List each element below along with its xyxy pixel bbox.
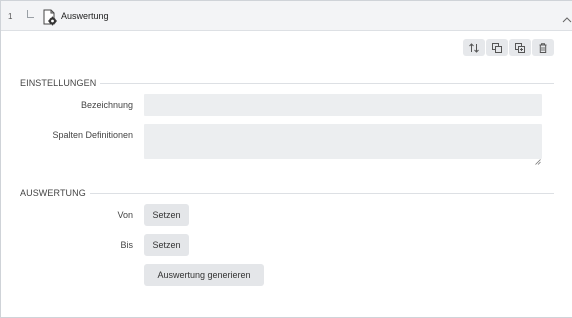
section-divider <box>27 193 554 194</box>
chevron-up-icon[interactable] <box>562 11 572 23</box>
resize-grip-icon[interactable] <box>535 152 541 165</box>
generate-evaluation-button[interactable]: Auswertung generieren <box>144 264 264 286</box>
tree-connector-icon <box>27 10 34 18</box>
sort-icon <box>468 42 480 53</box>
columns-label: Spalten Definitionen <box>52 130 133 140</box>
from-label: Von <box>117 210 133 220</box>
panel-header[interactable]: 1 Auswertung <box>1 0 572 31</box>
to-label: Bis <box>120 240 133 250</box>
copy-button[interactable] <box>486 39 508 56</box>
name-input[interactable] <box>144 94 542 116</box>
settings-section-title: EINSTELLUNGEN <box>20 78 101 88</box>
paste-button[interactable] <box>509 39 531 56</box>
document-settings-icon <box>42 9 58 26</box>
paste-icon <box>515 42 525 53</box>
name-label: Bezeichnung <box>80 100 133 110</box>
row-number: 1 <box>8 12 13 21</box>
copy-icon <box>492 42 502 53</box>
from-set-button[interactable]: Setzen <box>144 204 189 226</box>
evaluation-panel: 1 Auswertung EINSTELLUNGEN Bezeichnung S… <box>0 0 572 318</box>
to-set-button[interactable]: Setzen <box>144 234 189 256</box>
columns-textarea[interactable] <box>144 124 542 159</box>
sort-button[interactable] <box>463 39 485 56</box>
evaluation-section-title: AUSWERTUNG <box>20 188 90 198</box>
section-divider <box>27 83 554 84</box>
delete-button[interactable] <box>532 39 554 56</box>
panel-title: Auswertung <box>61 11 109 21</box>
trash-icon <box>539 42 547 53</box>
